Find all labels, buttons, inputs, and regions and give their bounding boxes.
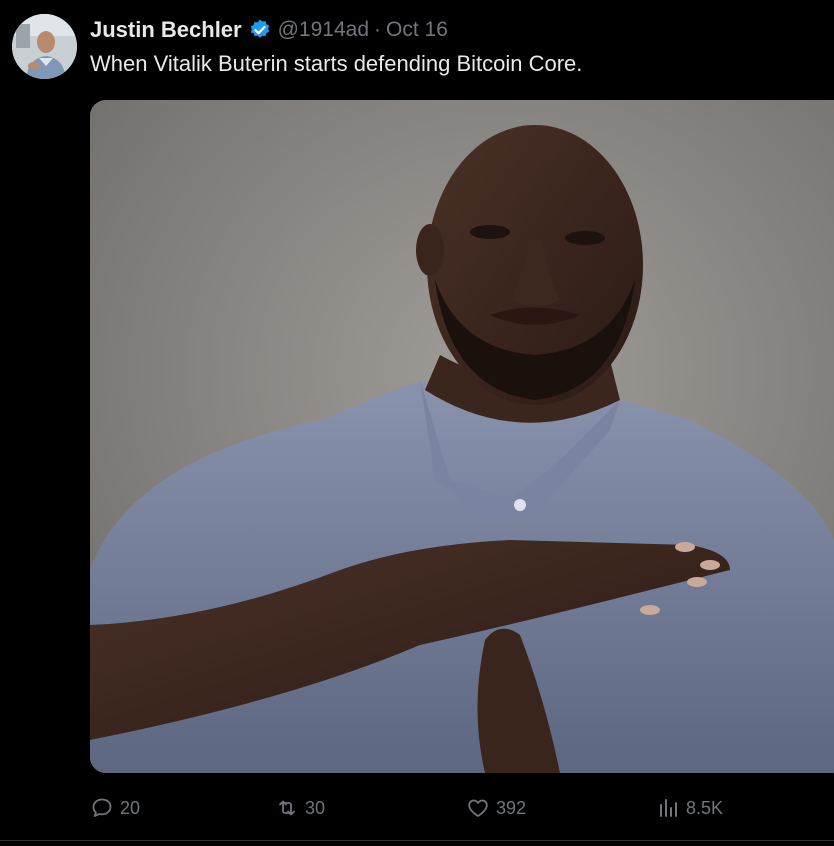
reply-count: 20 [120, 797, 141, 818]
author-handle[interactable]: @1914ad [278, 18, 369, 42]
divider [0, 840, 834, 841]
repost-count: 30 [305, 797, 326, 818]
avatar-image [12, 14, 77, 79]
views-count: 8.5K [686, 797, 724, 818]
like-count: 392 [496, 797, 527, 818]
heart-icon [466, 796, 490, 820]
tweet[interactable]: Justin Bechler @1914ad · Oct 16 When Vit… [0, 0, 834, 846]
photo-illustration [90, 100, 834, 773]
verified-badge-icon[interactable] [248, 18, 272, 42]
tweet-media-image[interactable] [90, 100, 834, 773]
like-button[interactable]: 392 [466, 788, 526, 828]
author-name[interactable]: Justin Bechler [90, 17, 242, 43]
repost-icon [275, 796, 299, 820]
reply-button[interactable]: 20 [90, 788, 140, 828]
tweet-actions: 20 30 392 8.5K [90, 788, 834, 828]
repost-button[interactable]: 30 [275, 788, 325, 828]
header-separator: · [374, 18, 382, 41]
tweet-header: Justin Bechler @1914ad · Oct 16 [90, 14, 448, 46]
tweet-text: When Vitalik Buterin starts defending Bi… [90, 51, 583, 76]
views-button[interactable]: 8.5K [656, 788, 723, 828]
reply-icon [90, 796, 114, 820]
views-chart-icon [656, 796, 680, 820]
author-avatar[interactable] [12, 14, 77, 79]
post-date[interactable]: Oct 16 [386, 18, 448, 42]
